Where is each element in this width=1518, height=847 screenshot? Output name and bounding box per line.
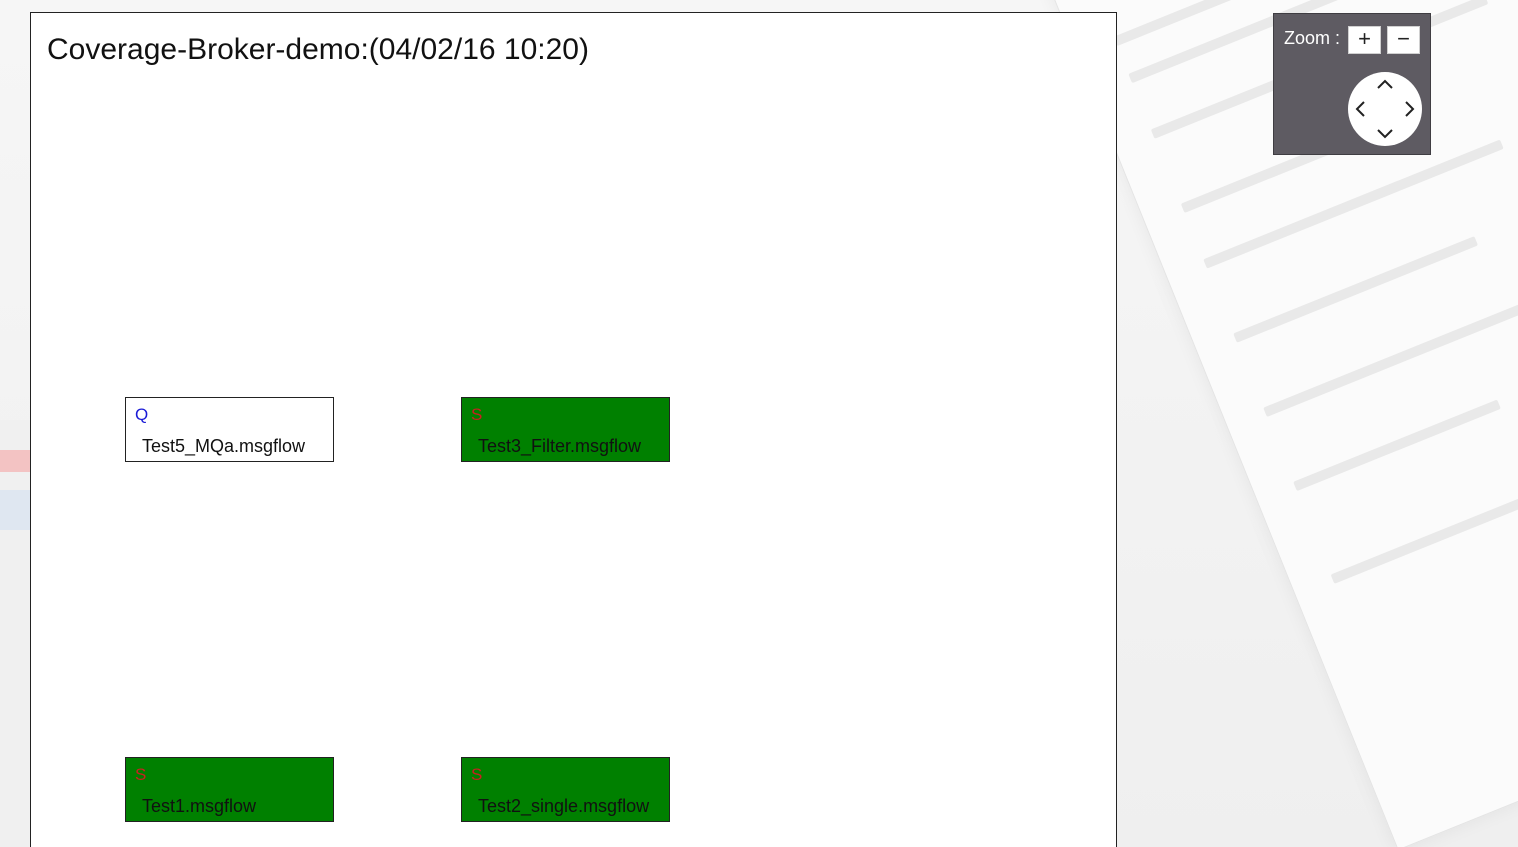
pan-left-icon[interactable] [1350,98,1372,120]
flow-node-test5-mqa[interactable]: Q Test5_MQa.msgflow [125,397,334,462]
zoom-in-button[interactable]: + [1348,26,1381,54]
pan-up-icon[interactable] [1374,74,1396,96]
flow-node-test1[interactable]: S Test1.msgflow [125,757,334,822]
flow-diagram-canvas[interactable]: Coverage-Broker-demo:(04/02/16 10:20) Q … [30,12,1117,847]
flow-node-test2-single[interactable]: S Test2_single.msgflow [461,757,670,822]
node-marker: Q [135,405,149,424]
pan-control [1348,72,1422,146]
node-marker: S [471,405,483,424]
node-marker: S [135,765,147,784]
flow-node-test3-filter[interactable]: S Test3_Filter.msgflow [461,397,670,462]
node-label: Test2_single.msgflow [478,796,650,816]
node-marker: S [471,765,483,784]
diagram-title: Coverage-Broker-demo:(04/02/16 10:20) [47,33,589,66]
zoom-label: Zoom : [1284,28,1341,48]
node-label: Test1.msgflow [142,796,257,816]
pan-right-icon[interactable] [1398,98,1420,120]
pan-down-icon[interactable] [1374,122,1396,144]
node-label: Test5_MQa.msgflow [142,436,306,456]
zoom-out-button[interactable]: − [1387,26,1420,54]
node-label: Test3_Filter.msgflow [478,436,642,456]
zoom-panel: Zoom : + − [1273,13,1431,155]
